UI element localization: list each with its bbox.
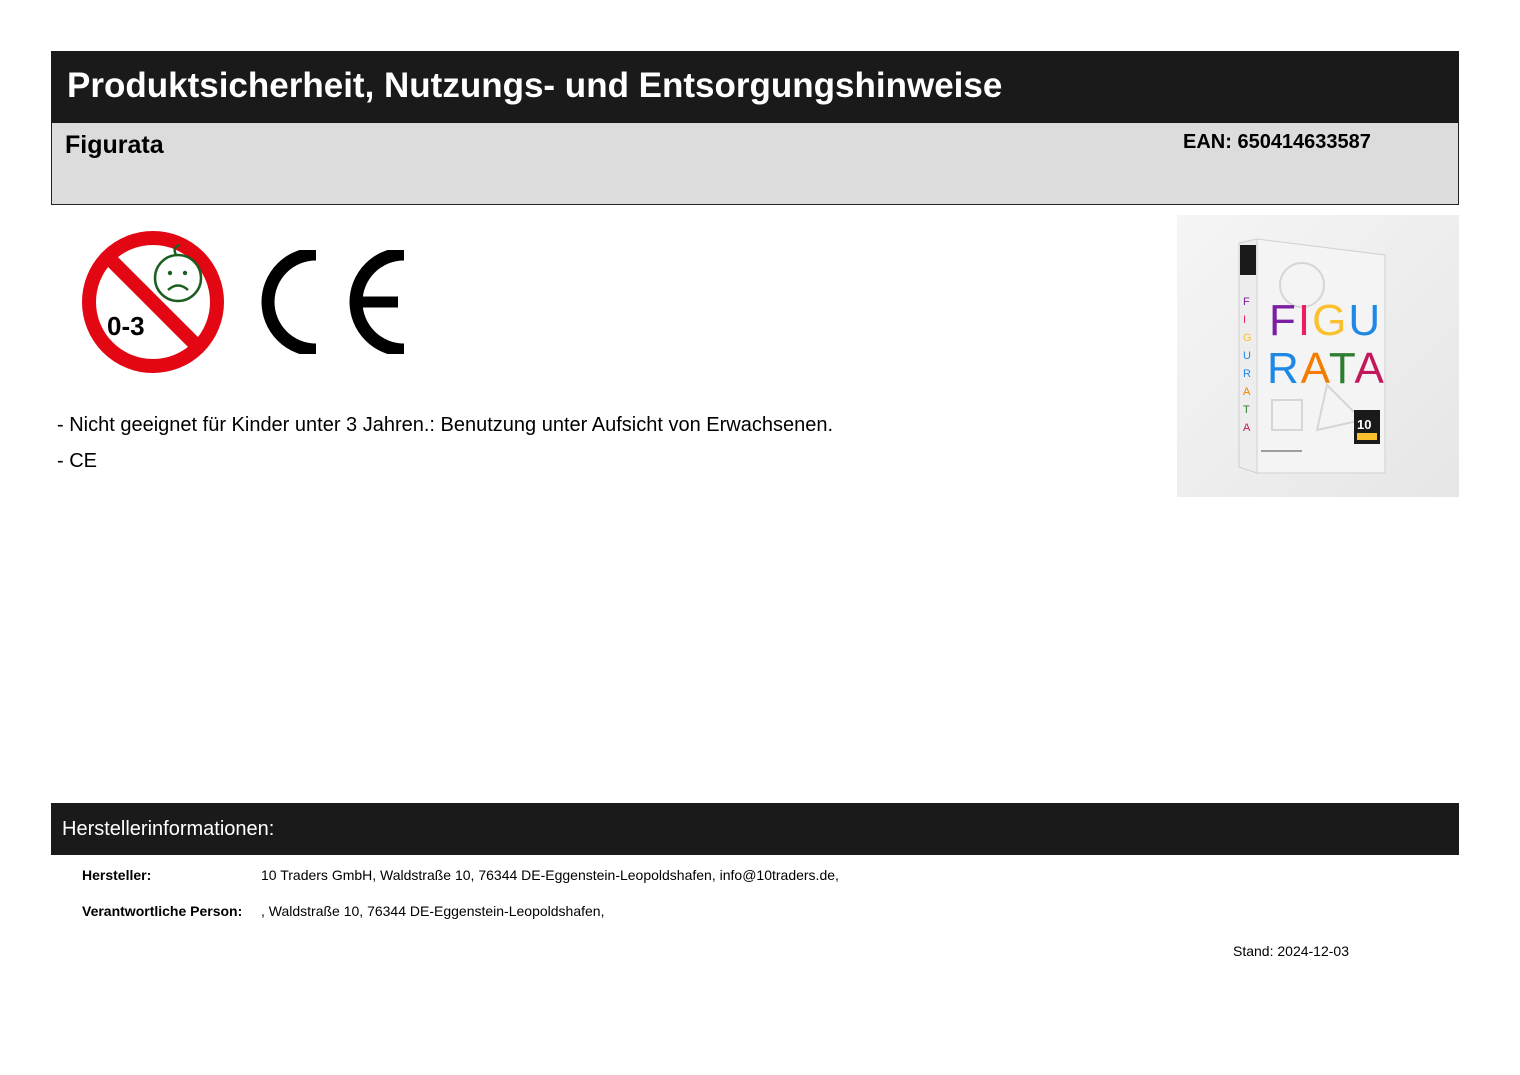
manufacturer-value: 10 Traders GmbH, Waldstraße 10, 76344 DE…: [261, 867, 839, 883]
age-label: 0-3: [107, 311, 145, 341]
svg-text:A: A: [1243, 386, 1251, 398]
svg-text:G: G: [1243, 332, 1252, 344]
svg-text:T: T: [1243, 404, 1250, 416]
manufacturer-heading: Herstellerinformationen:: [62, 818, 275, 840]
page-title: Produktsicherheit, Nutzungs- und Entsorg…: [67, 66, 1003, 105]
publisher-badge-text: 10: [1357, 417, 1371, 432]
not-for-children-under-3-icon: 0-3: [82, 231, 224, 373]
svg-text:R: R: [1243, 368, 1251, 380]
product-image: FIGU RATA F I G U R A T A 10: [1177, 215, 1459, 497]
box-title-line1: FIGU: [1269, 296, 1382, 345]
manufacturer-header: Herstellerinformationen:: [51, 803, 1459, 855]
title-bar: Produktsicherheit, Nutzungs- und Entsorg…: [51, 51, 1459, 123]
svg-text:I: I: [1243, 314, 1246, 326]
manufacturer-label: Hersteller:: [82, 867, 152, 883]
stand-date: Stand: 2024-12-03: [1233, 943, 1349, 959]
note-under3: - Nicht geeignet für Kinder unter 3 Jahr…: [57, 414, 834, 436]
product-name: Figurata: [65, 131, 164, 159]
ce-mark-icon: [261, 250, 405, 354]
ean-code: EAN: 650414633587: [1183, 131, 1371, 153]
safety-notes: - Nicht geeignet für Kinder unter 3 Jahr…: [57, 413, 833, 485]
svg-text:U: U: [1243, 350, 1251, 362]
note-ce: - CE: [57, 450, 97, 472]
svg-text:F: F: [1243, 296, 1250, 308]
box-title-line2: RATA: [1267, 344, 1386, 393]
responsible-person-value: , Waldstraße 10, 76344 DE-Eggenstein-Leo…: [261, 903, 605, 919]
responsible-person-label: Verantwortliche Person:: [82, 903, 243, 919]
svg-text:A: A: [1243, 422, 1251, 434]
product-info-bar: Figurata EAN: 650414633587: [51, 123, 1459, 205]
